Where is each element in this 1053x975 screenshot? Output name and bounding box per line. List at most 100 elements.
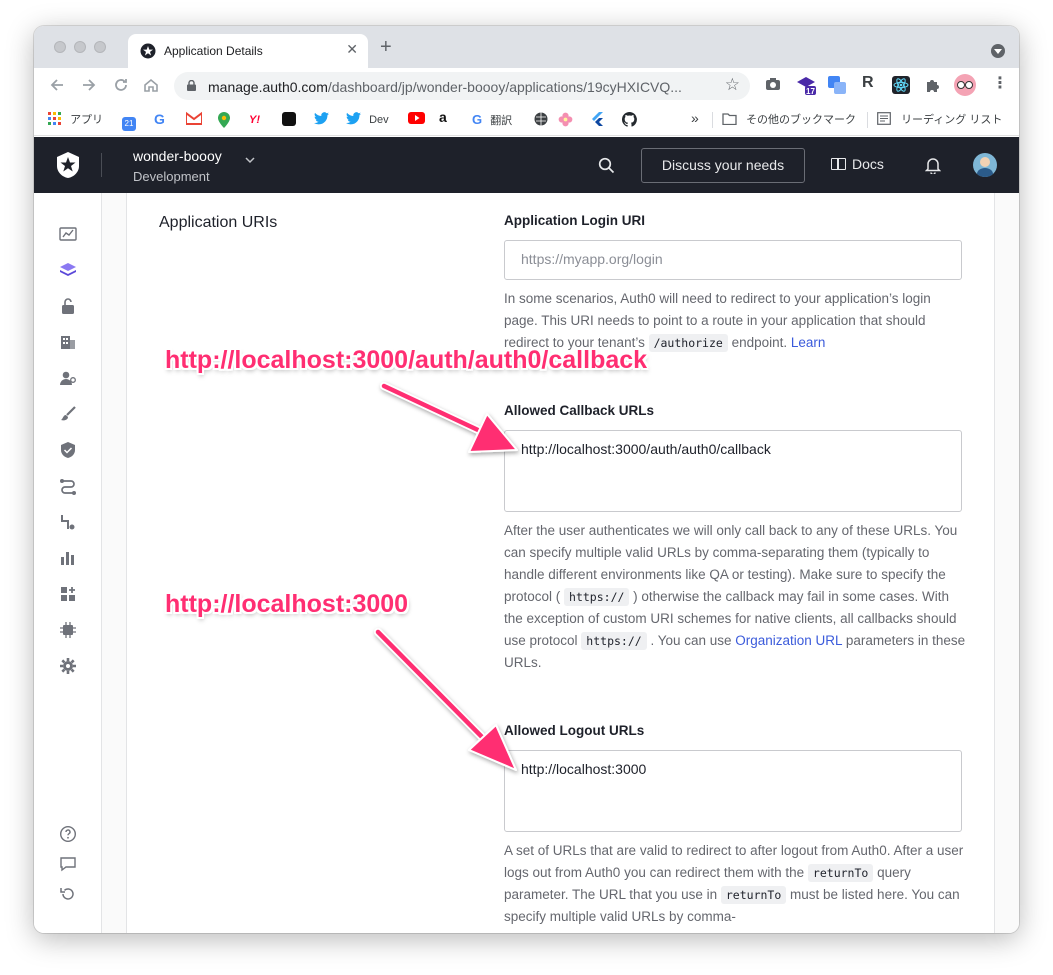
book-icon — [831, 158, 846, 170]
login-uri-input[interactable]: https://myapp.org/login — [504, 240, 962, 280]
notification-bell-icon[interactable] — [925, 157, 941, 174]
callback-annotation-text: http://localhost:3000/auth/auth0/callbac… — [165, 346, 648, 374]
back-arrow-icon[interactable] — [48, 76, 66, 94]
applications-layers-icon[interactable] — [59, 261, 77, 279]
learn-more-link[interactable]: Learn — [791, 335, 826, 350]
login-uri-placeholder: https://myapp.org/login — [521, 251, 663, 267]
logout-urls-label: Allowed Logout URLs — [504, 723, 645, 738]
bookmark-translate[interactable]: G 翻訳 — [472, 112, 512, 129]
tenant-name[interactable]: wonder-boooy — [133, 148, 222, 164]
logout-urls-value: http://localhost:3000 — [521, 761, 647, 777]
reading-list-icon — [877, 112, 891, 125]
bookmark-apps[interactable]: アプリ — [48, 112, 103, 128]
address-bar[interactable]: manage.auth0.com/dashboard/jp/wonder-boo… — [174, 72, 750, 100]
github-icon[interactable] — [621, 112, 637, 132]
help-question-icon[interactable] — [59, 825, 77, 843]
tab-close-icon[interactable]: ✕ — [346, 41, 358, 58]
user-management-icon[interactable] — [59, 369, 77, 387]
maps-icon[interactable] — [218, 112, 230, 133]
gmail-icon[interactable] — [185, 111, 203, 130]
bookmark-star-icon[interactable]: ☆ — [725, 75, 740, 95]
security-shield-icon[interactable] — [59, 441, 77, 459]
bookmark-calendar[interactable]: 21 — [122, 112, 136, 131]
url-text: manage.auth0.com/dashboard/jp/wonder-boo… — [208, 79, 682, 95]
google-icon[interactable]: G — [154, 111, 165, 127]
home-icon[interactable] — [142, 76, 160, 94]
graduation-extension-icon[interactable]: 17 — [796, 75, 816, 96]
forward-arrow-icon[interactable] — [80, 76, 98, 94]
tenant-environment: Development — [133, 169, 210, 184]
calendar-icon: 21 — [122, 117, 136, 131]
history-rewind-icon[interactable] — [59, 885, 77, 903]
activity-chart-icon[interactable] — [59, 225, 77, 243]
callback-urls-textarea[interactable]: http://localhost:3000/auth/auth0/callbac… — [504, 430, 962, 512]
header-divider — [101, 153, 102, 177]
extensions-chip-icon[interactable] — [59, 621, 77, 639]
branding-brush-icon[interactable] — [59, 405, 77, 423]
auth-pipeline-icon[interactable] — [59, 513, 77, 531]
close-window-button[interactable] — [54, 41, 66, 53]
monitoring-bar-chart-icon[interactable] — [59, 549, 77, 567]
tab-title: Application Details — [164, 44, 263, 58]
react-devtools-icon[interactable] — [892, 76, 910, 94]
dashboard-header: wonder-boooy Development Discuss your ne… — [34, 137, 1019, 193]
tab-strip: Application Details ✕ + — [34, 26, 1019, 68]
logout-urls-textarea[interactable]: http://localhost:3000 — [504, 750, 962, 832]
search-icon[interactable] — [598, 157, 615, 174]
logout-annotation-text: http://localhost:3000 — [165, 590, 409, 618]
chrome-menu-icon[interactable]: ⋮ — [992, 76, 1008, 92]
flower-icon[interactable] — [558, 112, 573, 132]
profile-avatar-icon[interactable] — [954, 74, 976, 96]
callback-urls-label: Allowed Callback URLs — [504, 403, 655, 418]
discuss-your-needs-button[interactable]: Discuss your needs — [641, 148, 805, 183]
tab-application-details[interactable]: Application Details ✕ — [128, 34, 368, 68]
user-avatar[interactable] — [973, 153, 997, 177]
dashboard-sidebar — [34, 193, 102, 933]
minimize-window-button[interactable] — [74, 41, 86, 53]
bookmark-dev[interactable]: Dev — [346, 112, 389, 128]
puzzle-extensions-icon[interactable] — [925, 77, 941, 93]
callback-urls-help: After the user authenticates we will onl… — [504, 523, 966, 670]
lock-icon — [187, 80, 196, 91]
settings-gear-icon[interactable] — [59, 657, 77, 675]
bookmarks-bar: アプリ 21 G Y! Dev a G 翻訳 » その他のブックマーク リーディ… — [34, 104, 1019, 136]
globe-icon[interactable] — [534, 112, 548, 131]
youtube-icon[interactable] — [408, 112, 425, 129]
auth0-favicon-icon — [140, 43, 156, 59]
organizations-building-icon[interactable] — [59, 333, 77, 351]
login-uri-help: In some scenarios, Auth0 will need to re… — [504, 291, 931, 352]
marketplace-add-icon[interactable] — [59, 585, 77, 603]
callback-urls-value: http://localhost:3000/auth/auth0/callbac… — [521, 441, 771, 457]
bookmark-dark-icon[interactable] — [282, 112, 296, 128]
other-bookmarks-folder[interactable]: その他のブックマーク — [722, 112, 856, 128]
translate-extension-icon[interactable] — [828, 76, 846, 94]
folder-icon — [722, 113, 737, 126]
organization-url-link[interactable]: Organization URL — [735, 633, 842, 648]
authentication-lock-icon[interactable] — [59, 297, 77, 315]
zoom-window-button[interactable] — [94, 41, 106, 53]
apps-grid-icon — [48, 112, 61, 125]
bookmark-divider — [712, 112, 713, 128]
authorize-code: /authorize — [648, 334, 728, 352]
twitter-icon[interactable] — [314, 112, 329, 130]
actions-flow-icon[interactable] — [59, 477, 77, 495]
auth0-logo-icon[interactable] — [54, 151, 82, 179]
more-bookmarks-button[interactable]: » — [691, 110, 699, 126]
r-extension-icon[interactable]: R — [862, 75, 874, 91]
docs-link[interactable]: Docs — [831, 156, 884, 172]
tab-search-icon[interactable] — [991, 44, 1005, 58]
chevron-down-icon[interactable] — [244, 155, 256, 165]
reload-icon[interactable] — [112, 76, 130, 94]
new-tab-button[interactable]: + — [380, 36, 392, 58]
extension-badge: 17 — [806, 87, 815, 96]
flutter-icon[interactable] — [591, 112, 603, 131]
browser-window: Application Details ✕ + manage.auth0.com… — [34, 26, 1019, 933]
amazon-icon[interactable]: a — [439, 109, 447, 125]
feedback-chat-icon[interactable] — [59, 855, 77, 873]
reading-list-button[interactable]: リーディング リスト — [877, 112, 1002, 128]
google-translate-icon: G — [472, 112, 483, 127]
yahoo-icon[interactable]: Y! — [249, 112, 260, 128]
camera-extension-icon[interactable] — [765, 76, 781, 92]
bookmark-divider — [867, 112, 868, 128]
application-settings-panel: Application URIs Application Login URI h… — [126, 193, 995, 933]
